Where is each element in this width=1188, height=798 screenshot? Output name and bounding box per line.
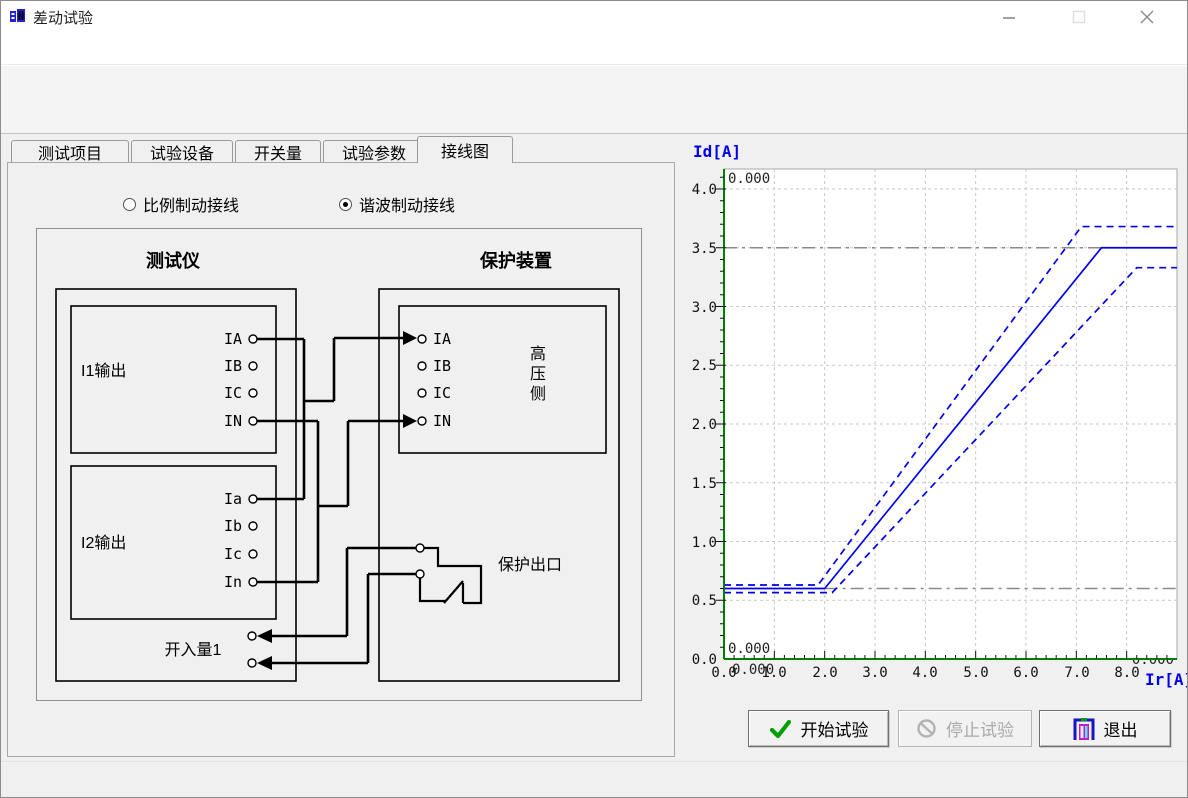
toolbar: 打开参数 保存参数 D 缺省参数 (1, 66, 1188, 134)
menu-bar: 系 统(S) 试验参数(P) 试验报告(R) 工 具(T) 帮 助(H) (1, 31, 1188, 65)
window-title: 差动试验 (33, 7, 93, 28)
svg-text:3.5: 3.5 (692, 241, 717, 257)
i2-output-label: I2输出 (81, 534, 126, 552)
svg-text:3.0: 3.0 (862, 665, 887, 681)
terminal-label: IA (224, 330, 242, 348)
terminal-label: Ib (224, 517, 242, 535)
tab-test-parameters[interactable]: 试验参数 (323, 140, 425, 163)
radio-circle-unselected (123, 198, 136, 211)
exit-button[interactable]: 退出 (1039, 710, 1171, 747)
chart-overlay-top-left: 0.000 (728, 171, 770, 187)
y-axis-title: Id[A] (693, 142, 741, 161)
svg-text:5.0: 5.0 (963, 665, 988, 681)
binary-input-label: 开入量1 (165, 642, 222, 659)
radio-harmonic-braking[interactable]: 谐波制动接线 (339, 192, 455, 216)
terminal-label: Ia (224, 490, 242, 508)
app-icon (9, 8, 26, 25)
terminal-label: IB (433, 357, 451, 375)
chart-overlay-origin-lower: 0.000 (732, 662, 774, 678)
maximize-icon (1070, 8, 1088, 26)
plot-area (724, 169, 1177, 659)
close-icon (1137, 7, 1157, 27)
x-tick-labels: 0.0 1.0 2.0 3.0 4.0 5.0 6.0 7.0 8.0 (711, 665, 1139, 681)
svg-text:4.0: 4.0 (912, 665, 937, 681)
start-test-button[interactable]: 开始试验 (748, 710, 889, 747)
status-bar: 设备连接断开 (1, 761, 1188, 798)
minimize-icon (1000, 8, 1018, 26)
terminal-label: In (224, 573, 242, 591)
title-bar: 差动试验 (1, 1, 1188, 31)
protection-output-label: 保护出口 (498, 556, 562, 574)
svg-text:6.0: 6.0 (1013, 665, 1038, 681)
terminal-label: IA (433, 330, 451, 348)
terminal-label: Ic (224, 545, 242, 563)
tab-switch-quantity[interactable]: 开关量 (235, 140, 321, 163)
hv-side-label-char: 压 (530, 366, 546, 383)
minimize-button[interactable] (992, 5, 1026, 29)
exit-door-icon (1073, 717, 1095, 741)
terminal-label: IC (433, 384, 451, 402)
app-window: 差动试验 系 统(S) 试验参数(P) 试验报告(R) 工 具(T) 帮 助(H… (0, 0, 1188, 798)
tab-wiring-diagram[interactable]: 接线图 (417, 136, 513, 163)
stop-icon (916, 718, 937, 739)
svg-text:8.0: 8.0 (1114, 665, 1139, 681)
characteristic-chart: 0.000 4.0 3.5 3.0 2.5 2.0 1.5 1.0 0.5 0.… (679, 137, 1188, 703)
terminal-label: IB (224, 357, 242, 375)
svg-text:2.0: 2.0 (692, 417, 717, 433)
svg-text:3.0: 3.0 (692, 300, 717, 316)
svg-text:0.5: 0.5 (692, 593, 717, 609)
maximize-button[interactable] (1062, 5, 1096, 29)
check-icon (769, 719, 792, 739)
svg-text:1.0: 1.0 (692, 535, 717, 551)
svg-text:2.5: 2.5 (692, 358, 717, 374)
wiring-diagram: 测试仪 保护装置 I1输出 I2输出 IA IB IC IN Ia Ib Ic … (36, 228, 642, 701)
left-device-title: 测试仪 (146, 250, 201, 271)
hv-side-label-char: 高 (530, 345, 546, 363)
radio-circle-selected (339, 198, 352, 211)
right-device-title: 保护装置 (479, 250, 552, 271)
chart-overlay-origin-upper: 0.000 (728, 641, 770, 657)
svg-text:4.0: 4.0 (692, 182, 717, 198)
svg-text:7.0: 7.0 (1064, 665, 1089, 681)
svg-text:2.0: 2.0 (812, 665, 837, 681)
terminal-label: IN (433, 412, 451, 430)
y-tick-labels: 4.0 3.5 3.0 2.5 2.0 1.5 1.0 0.5 0.0 (692, 182, 717, 668)
tab-test-equipment[interactable]: 试验设备 (131, 140, 233, 163)
x-axis-title: Ir[A] (1145, 670, 1188, 689)
hv-side-label-char: 侧 (530, 385, 546, 403)
terminal-label: IC (224, 384, 242, 402)
stop-test-button: 停止试验 (898, 710, 1032, 747)
radio-ratio-braking[interactable]: 比例制动接线 (123, 192, 239, 216)
terminal-label: IN (224, 412, 242, 430)
svg-text:1.5: 1.5 (692, 476, 717, 492)
tab-test-items[interactable]: 测试项目 (11, 140, 129, 163)
close-button[interactable] (1130, 5, 1164, 29)
i1-output-label: I1输出 (81, 362, 126, 380)
